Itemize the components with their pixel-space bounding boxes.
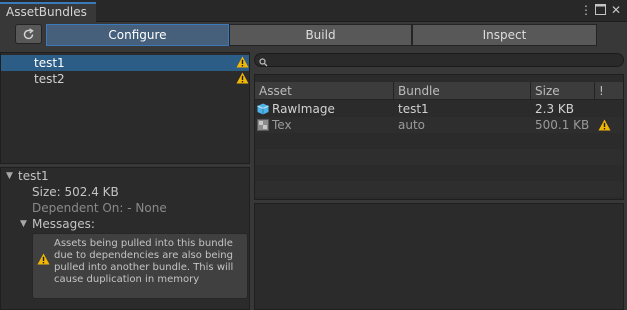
asset-table: Asset Bundle Size ! RawImage test1 2.3 K… <box>254 74 624 200</box>
bundle-name: test1 <box>34 56 65 70</box>
kebab-menu-icon[interactable]: ⋮ <box>580 3 592 17</box>
messages-foldout-arrow-icon[interactable]: ▼ <box>20 219 27 229</box>
bundle-name: test2 <box>34 72 65 86</box>
table-header: Asset Bundle Size ! <box>255 82 623 100</box>
details-size: Size: 502.4 KB <box>32 185 119 199</box>
configure-tab-label: Configure <box>108 28 167 42</box>
empty-row <box>255 133 623 149</box>
details-bundle-name: test1 <box>18 169 49 183</box>
close-icon[interactable]: ✕ <box>611 3 621 17</box>
asset-size: 2.3 KB <box>535 102 574 116</box>
search-icon <box>259 56 268 70</box>
asset-details-panel <box>254 203 624 310</box>
asset-name: Tex <box>272 118 292 132</box>
warning-icon <box>236 72 249 88</box>
table-row[interactable]: RawImage test1 2.3 KB <box>255 101 623 117</box>
maximize-icon[interactable] <box>595 4 606 18</box>
empty-row <box>255 165 623 181</box>
window-tab[interactable]: AssetBundles <box>0 2 96 22</box>
column-header-bundle[interactable]: Bundle <box>398 83 440 99</box>
search-input[interactable] <box>254 53 624 67</box>
build-tab-button[interactable]: Build <box>229 24 412 46</box>
bundle-item-test1[interactable]: test1 <box>1 55 249 71</box>
refresh-icon <box>23 27 34 39</box>
asset-bundle: auto <box>398 118 426 132</box>
table-row[interactable]: Tex auto 500.1 KB <box>255 117 623 133</box>
window-tab-title: AssetBundles <box>6 5 87 19</box>
asset-size: 500.1 KB <box>535 118 590 132</box>
configure-tab-button[interactable]: Configure <box>46 24 229 46</box>
window-tab-strip: AssetBundles ⋮ ✕ <box>0 0 627 22</box>
inspect-tab-button[interactable]: Inspect <box>412 24 597 46</box>
warning-icon <box>37 253 50 268</box>
column-header-size[interactable]: Size <box>535 83 560 99</box>
column-divider[interactable] <box>530 82 531 100</box>
asset-bundle: test1 <box>398 102 429 116</box>
details-dependent-on: Dependent On: - None <box>32 201 167 215</box>
bundle-item-test2[interactable]: test2 <box>1 71 249 87</box>
inspect-tab-label: Inspect <box>482 28 527 42</box>
column-header-asset[interactable]: Asset <box>259 83 292 99</box>
message-box: Assets being pulled into this bundle due… <box>32 233 248 299</box>
asset-name: RawImage <box>272 102 335 116</box>
column-header-warning[interactable]: ! <box>599 83 604 99</box>
empty-row <box>255 181 623 197</box>
message-text: Assets being pulled into this bundle due… <box>54 238 234 285</box>
column-divider[interactable] <box>594 82 595 100</box>
foldout-arrow-icon[interactable]: ▼ <box>6 171 13 181</box>
warning-icon <box>236 56 249 72</box>
empty-row <box>255 149 623 165</box>
column-divider[interactable] <box>393 82 394 100</box>
messages-label: Messages: <box>32 217 95 231</box>
refresh-button[interactable] <box>15 24 42 44</box>
bundle-list: test1 test2 <box>0 52 250 164</box>
build-tab-label: Build <box>305 28 336 42</box>
